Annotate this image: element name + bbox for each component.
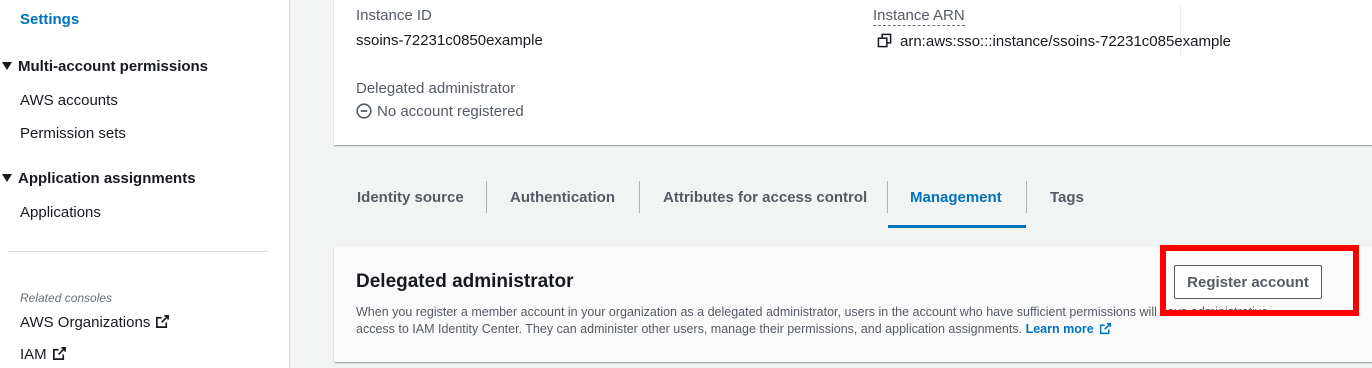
tab-separator xyxy=(639,181,640,213)
sidebar-section-multi-account-permissions[interactable]: Multi-account permissions xyxy=(2,58,208,75)
sidebar-item-permission-sets[interactable]: Permission sets xyxy=(20,125,126,142)
tab-tags[interactable]: Tags xyxy=(1050,189,1084,206)
instance-arn-text: arn:aws:sso:::instance/ssoins-72231c085e… xyxy=(900,33,1232,50)
panel-description: When you register a member account in yo… xyxy=(356,304,1346,338)
sidebar-section-label: Multi-account permissions xyxy=(18,58,209,75)
delegated-admin-status: No account registered xyxy=(356,103,524,120)
instance-arn-label: Instance ARN xyxy=(873,7,965,26)
instance-id-label: Instance ID xyxy=(356,7,432,24)
tab-separator xyxy=(486,181,487,213)
sidebar-link-label: IAM xyxy=(20,346,47,363)
sidebar-link-iam[interactable]: IAM xyxy=(20,346,67,363)
tab-identity-source[interactable]: Identity source xyxy=(357,189,464,206)
tab-attributes-for-access-control[interactable]: Attributes for access control xyxy=(663,189,867,206)
caret-down-icon xyxy=(2,174,12,182)
side-navigation: Settings Multi-account permissions AWS a… xyxy=(0,0,290,368)
delegated-admin-value: No account registered xyxy=(377,103,524,120)
active-tab-indicator xyxy=(888,225,1026,228)
panel-title: Delegated administrator xyxy=(356,271,574,292)
sidebar-divider xyxy=(8,251,268,252)
instance-id-value: ssoins-72231c0850example xyxy=(356,32,543,49)
tab-management[interactable]: Management xyxy=(910,189,1002,206)
delegated-admin-panel: Delegated administrator When you registe… xyxy=(334,247,1372,362)
instance-arn-label-text: Instance ARN xyxy=(873,7,965,26)
sidebar-item-applications[interactable]: Applications xyxy=(20,204,101,221)
sidebar-section-application-assignments[interactable]: Application assignments xyxy=(2,170,196,187)
tab-separator xyxy=(1026,181,1027,213)
instance-arn-value: arn:aws:sso:::instance/ssoins-72231c085e… xyxy=(877,33,1231,50)
external-link-icon xyxy=(52,347,66,360)
delegated-admin-label: Delegated administrator xyxy=(356,80,516,97)
sidebar-item-aws-accounts[interactable]: AWS accounts xyxy=(20,92,118,109)
external-link-icon xyxy=(156,315,170,328)
caret-down-icon xyxy=(2,62,12,70)
sidebar-section-label: Application assignments xyxy=(18,170,196,187)
panel-description-line1: When you register a member account in yo… xyxy=(356,305,1269,319)
tab-separator xyxy=(887,181,888,213)
copy-icon[interactable] xyxy=(877,33,892,48)
learn-more-label: Learn more xyxy=(1025,322,1094,336)
sidebar-item-settings[interactable]: Settings xyxy=(20,11,79,28)
register-account-button[interactable]: Register account xyxy=(1174,265,1322,299)
instance-details-container: Instance ID ssoins-72231c0850example Ins… xyxy=(334,0,1372,145)
external-link-icon xyxy=(1099,322,1111,335)
learn-more-link[interactable]: Learn more xyxy=(1026,322,1112,336)
tab-authentication[interactable]: Authentication xyxy=(510,189,615,206)
sidebar-link-label: AWS Organizations xyxy=(20,314,151,331)
settings-tabs: Identity source Authentication Attribute… xyxy=(334,172,1372,228)
panel-description-line2: access to IAM Identity Center. They can … xyxy=(356,322,1023,336)
sidebar-link-aws-organizations[interactable]: AWS Organizations xyxy=(20,314,170,331)
minus-circle-icon xyxy=(356,103,372,119)
related-consoles-heading: Related consoles xyxy=(20,291,113,305)
